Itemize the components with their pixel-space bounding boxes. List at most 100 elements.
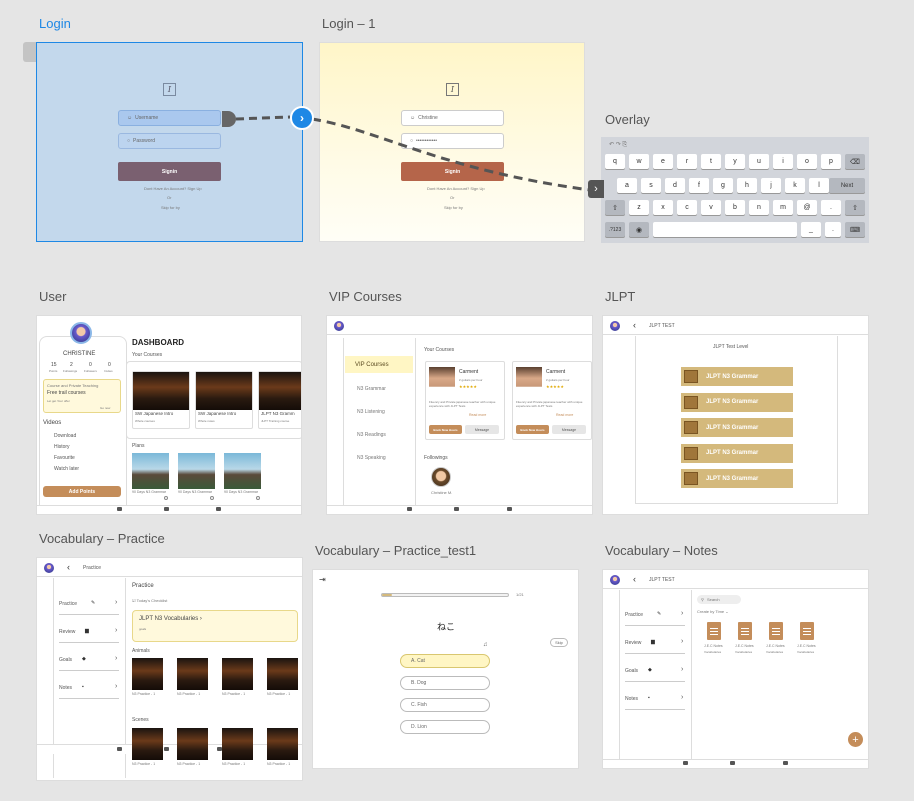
document-icon[interactable] [769,622,783,640]
plan-thumbnail[interactable] [224,453,261,489]
vocab-test-frame[interactable]: ⇥ 1/21 ねこ ♫ Skip A. Cat B. Dog C. Fish D. L… [312,569,579,769]
search-input[interactable]: ⚲ Search [697,595,741,604]
back-chevron-icon[interactable]: ‹ [67,562,70,572]
keyboard-hide-key[interactable]: ⌨ [845,222,865,237]
key-u[interactable]: u [749,154,769,169]
key-m[interactable]: m [773,200,793,215]
space-key[interactable] [653,222,797,237]
vocab-thumbnail[interactable] [222,728,253,760]
board-label-jlpt[interactable]: JLPT [605,289,635,304]
level-button[interactable]: JLPT N3 Grammar [681,469,793,488]
level-button[interactable]: JLPT N3 Grammar [681,443,793,463]
signin-button[interactable]: Signin [118,162,221,181]
answer-option[interactable]: A. Cat [400,654,490,668]
document-icon[interactable] [707,622,721,640]
menu-vip-courses[interactable]: VIP Courses [345,356,413,373]
num-key[interactable]: .?123 [605,222,625,237]
add-points-button[interactable]: Add Points [43,486,121,497]
add-note-button[interactable]: + [848,732,863,747]
key-t[interactable]: t [701,154,721,169]
vocab-thumbnail[interactable] [267,728,298,760]
plan-add-icon[interactable] [256,496,260,500]
backspace-key[interactable]: ⌫ [845,154,865,169]
key-q[interactable]: q [605,154,625,169]
menu-item-goals[interactable]: Goals ◆ › [59,655,119,667]
explore-icon[interactable] [407,507,412,511]
key-z[interactable]: z [629,200,649,215]
menu-favourite[interactable]: Favourite [54,455,75,461]
chat-icon[interactable] [783,761,788,765]
avatar[interactable] [70,322,92,344]
signin-button[interactable]: Signin [401,162,504,181]
jlpt-frame[interactable]: ‹ JLPT TEST JLPT Test Level JLPT N3 Gram… [602,315,869,515]
plan-thumbnail[interactable] [132,453,169,489]
key-j[interactable]: j [761,178,781,193]
menu-item-notes[interactable]: Notes ▪ › [59,683,119,695]
promo-link[interactable]: Go now [100,406,110,410]
shift-key-left[interactable]: ⇧ [605,200,625,215]
menu-item-notes[interactable]: Notes ▪ › [625,694,685,706]
shift-key-right[interactable]: ⇧ [845,200,865,215]
dash-key[interactable]: _ [801,222,821,237]
explore-icon[interactable] [117,747,122,751]
vocab-notes-frame[interactable]: ‹ JLPT TEST ⚲ Search Create by Time ⌄ + … [602,569,869,769]
skip-button[interactable]: Skip [550,638,568,647]
vocab-thumbnail[interactable] [267,658,298,690]
menu-n3-speaking[interactable]: N3 Speaking [357,455,386,461]
key-w[interactable]: w [629,154,649,169]
menu-item-review[interactable]: Review ▆ › [59,627,119,639]
menu-watch-later[interactable]: Watch later [54,466,79,472]
key-d[interactable]: d [665,178,685,193]
key-k[interactable]: k [785,178,805,193]
board-label-user[interactable]: User [39,289,66,304]
level-button[interactable]: JLPT N3 Grammar [681,418,793,437]
username-field[interactable]: ☺ Christine [401,110,504,126]
level-button[interactable]: JLPT N3 Grammar [681,392,793,412]
plan-add-icon[interactable] [164,496,168,500]
key-y[interactable]: y [725,154,745,169]
board-label-vocab-practice[interactable]: Vocabulary – Practice [39,531,165,546]
vocab-practice-frame[interactable]: ‹ Practice Practice ☑ Today's Checklist … [36,557,303,781]
vip-frame[interactable]: VIP Courses N3 Grammar N3 Listening N3 R… [326,315,593,515]
login-frame[interactable]: I ☺ Username ○ Password Signin Dont Have… [36,42,303,242]
read-more-link[interactable]: Read more [556,413,573,417]
book-button[interactable]: Book Now Hours [429,425,462,434]
level-button[interactable]: JLPT N3 Grammar [681,367,793,386]
menu-item-goals[interactable]: Goals ◆ › [625,666,685,678]
board-label-overlay[interactable]: Overlay [605,112,650,127]
key-at[interactable]: @ [797,200,817,215]
menu-item-review[interactable]: Review ▆ › [625,638,685,650]
key-f[interactable]: f [689,178,709,193]
jlpt-icon[interactable] [164,747,169,751]
avatar[interactable] [610,321,620,331]
menu-download[interactable]: Download [54,433,76,439]
menu-item-practice[interactable]: Practice ✎ › [625,610,685,622]
sort-dropdown[interactable]: Create by Time ⌄ [697,609,729,614]
follower-name[interactable]: Christine M. [431,490,452,495]
promo-card[interactable]: Course and Private Teaching Free trail c… [43,379,121,413]
board-label-login1[interactable]: Login – 1 [322,16,376,31]
checklist-card[interactable]: JLPT N3 Vocabularies › goals [132,610,298,642]
key-c[interactable]: c [677,200,697,215]
key-a[interactable]: a [617,178,637,193]
follower-avatar[interactable] [431,467,451,487]
key-i[interactable]: i [773,154,793,169]
menu-n3-grammar[interactable]: N3 Grammar [357,386,386,392]
explore-icon[interactable] [117,507,122,511]
chat-icon[interactable] [216,507,221,511]
password-field[interactable]: ○ •••••••••••• [401,133,504,149]
menu-n3-readings[interactable]: N3 Readings [357,432,386,438]
menu-item-practice[interactable]: Practice ✎ › [59,599,119,611]
user-frame[interactable]: CHRISTINE 15 2 0 0 Points Followings Fol… [36,315,302,515]
next-key[interactable]: Next [829,178,865,193]
key-h[interactable]: h [737,178,757,193]
signup-link[interactable]: Dont Have An Account? Sign Up [427,186,485,191]
username-field[interactable]: ☺ Username [118,110,221,126]
dot-key[interactable]: . [825,222,841,237]
plan-thumbnail[interactable] [178,453,215,489]
read-more-link[interactable]: Read more [469,413,486,417]
key-n[interactable]: n [749,200,769,215]
jlpt-icon[interactable] [164,507,169,511]
password-field[interactable]: ○ Password [118,133,221,149]
jlpt-icon[interactable] [730,761,735,765]
